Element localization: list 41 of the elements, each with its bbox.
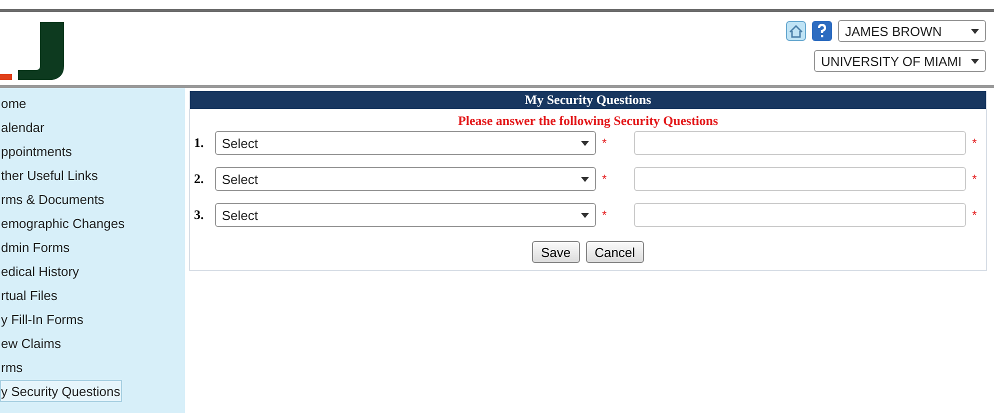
panel-title: My Security Questions — [190, 91, 986, 109]
caret-icon — [971, 28, 979, 34]
question-number: 1. — [194, 135, 205, 151]
sidebar-item[interactable]: dmin Forms — [0, 236, 185, 258]
answer-field[interactable] — [634, 203, 966, 227]
required-mark: * — [971, 172, 978, 186]
sidebar-item[interactable]: alendar — [0, 116, 185, 138]
sidebar-item[interactable]: emographic Changes — [0, 212, 185, 234]
required-mark: * — [600, 136, 608, 150]
question-number: 2. — [194, 171, 205, 187]
caret-icon — [580, 212, 589, 218]
sidebar-item[interactable]: ew Claims — [0, 332, 185, 354]
answer-field[interactable] — [634, 167, 966, 191]
instruction-text: Please answer the following Security Questions — [456, 113, 720, 129]
required-mark: * — [600, 208, 608, 222]
sidebar-item[interactable]: ther Useful Links — [0, 164, 185, 186]
required-mark: * — [971, 136, 978, 150]
save-button[interactable]: Save — [532, 241, 580, 263]
cancel-button[interactable]: Cancel — [586, 241, 644, 263]
sidebar-item[interactable]: y Fill-In Forms — [0, 308, 185, 330]
caret-icon — [580, 176, 589, 182]
question-select[interactable]: Select — [214, 131, 596, 155]
question-number: 3. — [194, 207, 205, 223]
help-icon[interactable] — [812, 21, 832, 41]
sidebar-item[interactable]: rms — [0, 356, 185, 378]
required-mark: * — [971, 208, 978, 222]
required-mark: * — [600, 172, 608, 186]
sidebar-item[interactable]: rtual Files — [0, 284, 185, 306]
organization-select[interactable]: UNIVERSITY OF MIAMI — [814, 50, 986, 72]
question-select[interactable]: Select — [214, 167, 596, 191]
user-select[interactable]: JAMES BROWN — [838, 20, 986, 42]
answer-field[interactable] — [634, 131, 966, 155]
sidebar-item[interactable]: ome — [0, 92, 185, 114]
caret-icon — [580, 140, 589, 146]
sidebar-item[interactable]: ppointments — [0, 140, 185, 162]
sidebar-item[interactable]: rms & Documents — [0, 188, 185, 210]
home-icon[interactable] — [786, 21, 806, 41]
caret-icon — [971, 58, 979, 64]
sidebar-item[interactable]: edical History — [0, 260, 185, 282]
question-select[interactable]: Select — [214, 203, 596, 227]
sidebar-item[interactable]: y Security Questions — [0, 380, 122, 402]
